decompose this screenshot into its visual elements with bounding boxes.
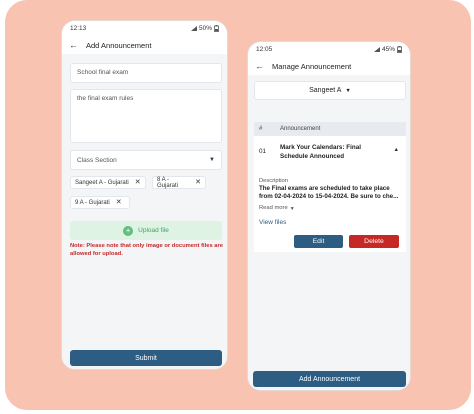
close-icon[interactable]: ✕ xyxy=(135,179,141,186)
status-icons: 45% xyxy=(373,46,402,53)
app-bar: ← Manage Announcement xyxy=(248,57,410,75)
page-title: Manage Announcement xyxy=(272,61,352,71)
class-selector[interactable]: Sangeet A ▼ xyxy=(254,81,406,100)
table-header: # Announcement xyxy=(254,122,406,136)
upload-label: Upload file xyxy=(138,227,169,234)
read-more-link[interactable]: Read more ▼ xyxy=(259,205,295,213)
back-arrow-icon[interactable]: ← xyxy=(69,40,78,50)
chip-label: Sangeet A - Gujarati xyxy=(75,179,129,186)
status-bar: 12:13 50% xyxy=(62,21,227,36)
battery-icon xyxy=(214,25,219,32)
header-index: # xyxy=(259,126,263,132)
battery-percent: 50% xyxy=(198,25,212,32)
description-value: the final exam rules xyxy=(77,95,134,102)
signal-icon xyxy=(190,26,197,31)
class-selector-value: Sangeet A xyxy=(309,87,342,94)
row-title: Mark Your Calendars: Final Schedule Anno… xyxy=(280,144,361,160)
caret-down-icon: ▼ xyxy=(209,157,215,163)
upload-file-button[interactable]: + Upload file xyxy=(70,221,222,240)
class-section-placeholder: Class Section xyxy=(77,156,117,164)
title-input[interactable]: School final exam xyxy=(70,63,222,83)
chip-8a: 8 A - Gujarati ✕ xyxy=(152,176,206,189)
delete-button[interactable]: Delete xyxy=(349,235,399,248)
chip-label: 9 A - Gujarati xyxy=(75,199,110,206)
announcement-table: # Announcement 01 Mark Your Calendars: F… xyxy=(254,122,406,252)
caret-down-icon: ▼ xyxy=(345,87,351,94)
header-announcement: Announcement xyxy=(280,126,321,132)
view-files-link[interactable]: View files xyxy=(259,219,286,228)
add-announcement-screen: 12:13 50% ← Add Announcement School fina… xyxy=(61,20,228,370)
upload-note: Note: Please note that only image or doc… xyxy=(70,243,224,257)
plus-circle-icon: + xyxy=(123,225,134,236)
row-index: 01 xyxy=(259,148,267,155)
submit-button[interactable]: Submit xyxy=(70,350,222,366)
signal-icon xyxy=(373,47,380,52)
status-time: 12:13 xyxy=(70,25,87,32)
caret-up-icon[interactable]: ▲ xyxy=(394,147,399,153)
chip-9a: 9 A - Gujarati ✕ xyxy=(70,196,130,209)
status-bar: 12:05 45% xyxy=(248,42,410,57)
title-input-value: School final exam xyxy=(77,69,129,76)
page-title: Add Announcement xyxy=(86,40,152,50)
edit-button[interactable]: Edit xyxy=(294,235,343,248)
status-time: 12:05 xyxy=(256,46,273,53)
add-announcement-button[interactable]: Add Announcement xyxy=(253,371,406,387)
screen-body: 12:13 50% ← Add Announcement School fina… xyxy=(62,21,227,369)
chip-label: 8 A - Gujarati xyxy=(157,176,179,189)
screen-body: 12:05 45% ← Manage Announcement Sangeet … xyxy=(248,42,410,390)
status-icons: 50% xyxy=(190,25,219,32)
close-icon[interactable]: ✕ xyxy=(195,179,201,186)
description-text: The Final exams are scheduled to take pl… xyxy=(259,185,399,201)
app-bar: ← Add Announcement xyxy=(62,36,227,54)
chip-sangeet-a: Sangeet A - Gujarati ✕ xyxy=(70,176,146,189)
description-textarea[interactable]: the final exam rules xyxy=(70,89,222,143)
read-more-label: Read more xyxy=(259,205,288,211)
back-arrow-icon[interactable]: ← xyxy=(255,61,264,71)
caret-down-icon: ▼ xyxy=(289,205,295,212)
battery-percent: 45% xyxy=(381,46,395,53)
class-section-select[interactable]: Class Section ▼ xyxy=(70,150,222,170)
close-icon[interactable]: ✕ xyxy=(116,199,122,206)
manage-announcement-screen: 12:05 45% ← Manage Announcement Sangeet … xyxy=(247,41,411,391)
battery-icon xyxy=(397,46,402,53)
